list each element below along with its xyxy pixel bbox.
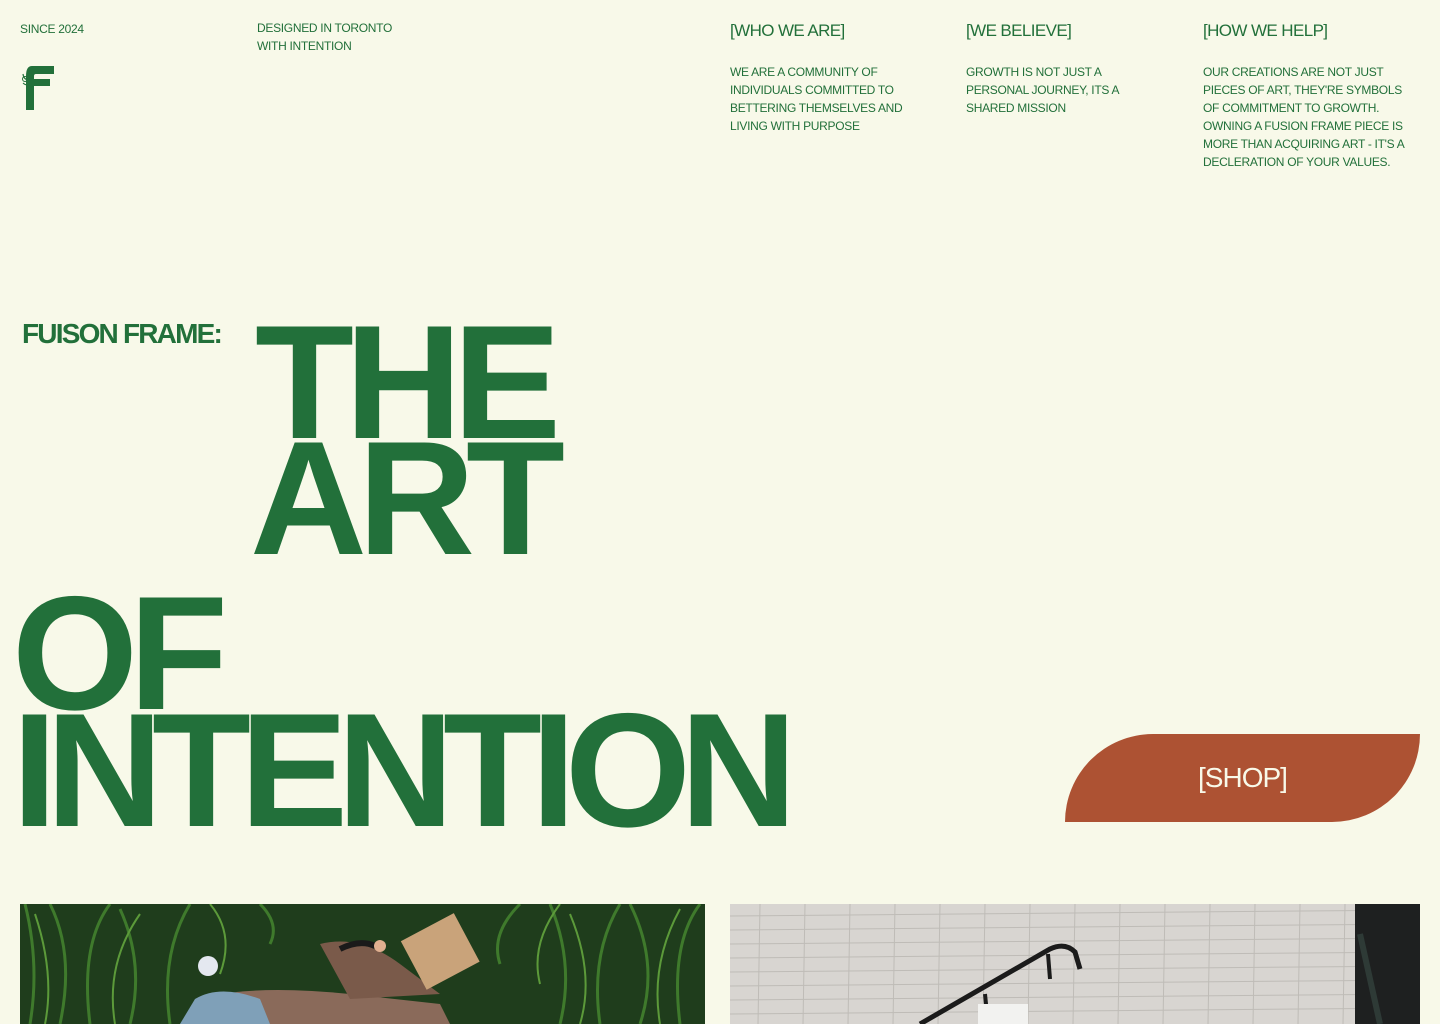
designed-line-2: WITH INTENTION: [257, 39, 352, 53]
since-label: SINCE 2024: [20, 22, 84, 36]
designed-line-1: DESIGNED IN TORONTO: [257, 21, 392, 35]
hero-word-art: ART: [250, 408, 565, 589]
how-we-help-title: [HOW WE HELP]: [1203, 21, 1328, 40]
hero-word-intention: INTENTION: [12, 680, 797, 861]
who-we-are-body: WE ARE A COMMUNITY OF INDIVIDUALS COMMIT…: [730, 65, 903, 133]
stairwell-photo: [730, 904, 1420, 1024]
how-we-help-body: OUR CREATIONS ARE NOT JUST PIECES OF ART…: [1203, 65, 1404, 169]
we-believe-title: [WE BELIEVE]: [966, 21, 1072, 40]
fusion-frame-logo-icon[interactable]: [20, 64, 56, 112]
shop-button[interactable]: [SHOP]: [1065, 734, 1420, 822]
who-we-are-title: [WHO WE ARE]: [730, 21, 845, 40]
brand-label: FUISON FRAME:: [22, 318, 223, 349]
we-believe-body: GROWTH IS NOT JUST A PERSONAL JOURNEY, I…: [966, 65, 1119, 115]
designed-in-label: DESIGNED IN TORONTO WITH INTENTION: [257, 19, 392, 55]
grass-photo: [20, 904, 705, 1024]
